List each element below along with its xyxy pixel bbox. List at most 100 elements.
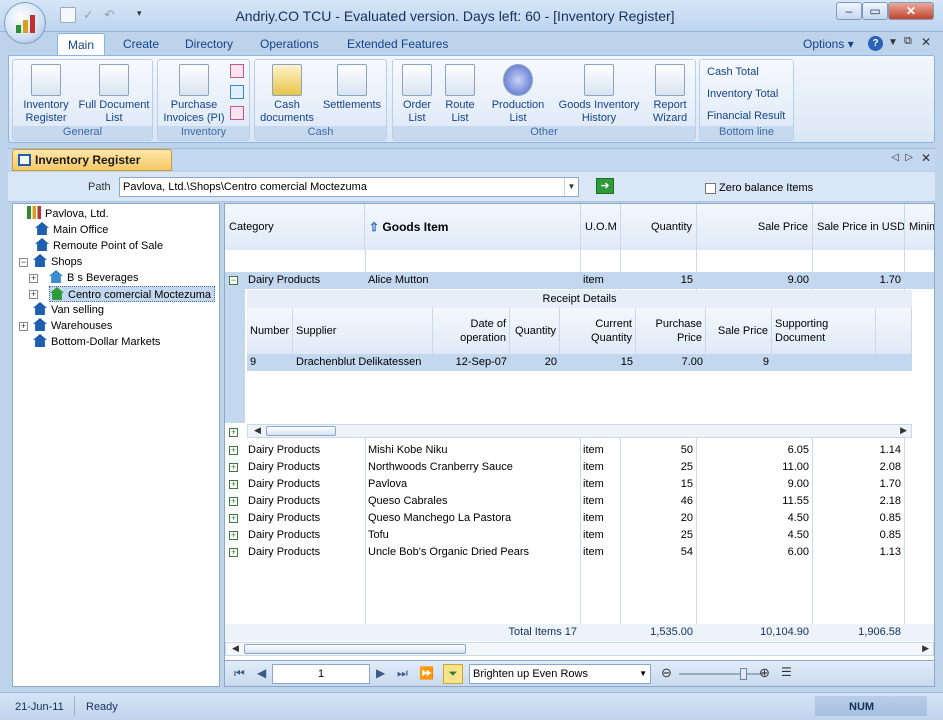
scroll-left-icon[interactable]: ◀ (254, 425, 261, 436)
tree-node[interactable]: Main Office (35, 222, 108, 238)
tree-node[interactable]: Warehouses (33, 318, 112, 334)
tab-directory[interactable]: Directory (175, 33, 243, 55)
inventory-small-icon-2[interactable] (230, 85, 244, 99)
detail-row[interactable]: 9 Drachenblut Delikatessen 12-Sep-07 20 … (247, 354, 912, 371)
expand-icon[interactable]: + (229, 548, 238, 557)
detail-col-supporting-document[interactable]: Supporting Document (772, 308, 876, 354)
table-row[interactable]: + Dairy Products Pavlova item 15 9.00 1.70 (225, 476, 934, 493)
inventory-register-button[interactable]: Inventory Register (16, 64, 76, 125)
expand-node-icon[interactable]: + (19, 322, 28, 331)
next-record-icon[interactable]: ▶ (376, 666, 385, 680)
scroll-thumb[interactable] (266, 426, 336, 436)
detail-col-current-quantity[interactable]: Current Quantity (560, 308, 636, 354)
tab-close-icon[interactable]: ✕ (921, 151, 931, 165)
detail-col-supplier[interactable]: Supplier (293, 308, 433, 354)
expand-icon[interactable]: + (229, 463, 238, 472)
go-arrow-icon[interactable]: ➜ (596, 178, 614, 194)
tab-operations[interactable]: Operations (250, 33, 329, 55)
tab-extended-features[interactable]: Extended Features (337, 33, 458, 55)
path-combobox[interactable]: Pavlova, Ltd.\Shops\Centro comercial Moc… (119, 177, 579, 197)
minimize-button[interactable]: – (836, 2, 862, 20)
detail-col-purchase-price[interactable]: Purchase Price (636, 308, 706, 354)
tree-node[interactable]: Shops (33, 254, 82, 270)
undo-icon[interactable]: ↶ (104, 7, 120, 23)
detail-col-number[interactable]: Number (247, 308, 293, 354)
tab-main[interactable]: Main (57, 33, 106, 56)
financial-result-link[interactable]: Financial Result (707, 110, 785, 122)
tab-next-icon[interactable]: ▷ (905, 152, 913, 163)
tree-node[interactable]: Pavlova, Ltd. (27, 206, 109, 222)
tree-node[interactable]: Bottom-Dollar Markets (33, 334, 160, 350)
options-menu[interactable]: Options ▾ (803, 33, 854, 55)
purchase-invoices-button[interactable]: Purchase Invoices (PI) (161, 64, 227, 125)
check-icon[interactable]: ✓ (83, 7, 99, 23)
mdi-minimize-icon[interactable]: ▼ (888, 37, 898, 48)
scroll-thumb[interactable] (244, 644, 466, 654)
cash-documents-button[interactable]: Cash documents (257, 64, 317, 125)
tree-node[interactable]: Remoute Point of Sale (35, 238, 163, 254)
last-record-icon[interactable]: ⏭ (397, 666, 408, 681)
tree-node[interactable]: Centro comercial Moctezuma (49, 286, 216, 302)
expand-node-icon[interactable]: + (29, 274, 38, 283)
tab-prev-icon[interactable]: ◁ (891, 152, 899, 163)
table-row-expanded[interactable]: − Dairy Products Alice Mutton item 15 9.… (225, 272, 934, 289)
production-list-button[interactable]: Production List (485, 64, 551, 125)
inventory-small-icon-3[interactable] (230, 106, 244, 120)
zoom-slider-thumb[interactable] (740, 668, 747, 680)
col-goods-item[interactable]: ⇧ Goods Item (365, 204, 581, 250)
table-row[interactable]: + Dairy Products Northwoods Cranberry Sauc… (225, 459, 934, 476)
col-sale-price-usd[interactable]: Sale Price in USD (813, 204, 905, 250)
table-row[interactable]: + Dairy Products Uncle Bob's Organic Dried… (225, 544, 934, 561)
col-minim[interactable]: Minim (905, 204, 934, 250)
help-icon[interactable]: ? (868, 36, 883, 51)
menu-lines-icon[interactable]: ☰ (781, 665, 792, 679)
order-list-button[interactable]: Order List (395, 64, 439, 125)
col-uom[interactable]: U.O.M (581, 204, 621, 250)
mdi-restore-icon[interactable]: ⧉ (904, 35, 912, 48)
collapse-icon[interactable]: − (229, 276, 238, 285)
table-row[interactable]: + Dairy Products Mishi Kobe Niku item 50 6.05… (225, 442, 934, 459)
detail-col-sale-price[interactable]: Sale Price (706, 308, 772, 354)
chevron-down-icon[interactable]: ▼ (639, 665, 647, 683)
zoom-in-icon[interactable]: ⊕ (759, 665, 770, 681)
app-orb-icon[interactable] (4, 2, 46, 44)
scroll-right-icon[interactable]: ▶ (900, 425, 907, 436)
zero-balance-checkbox[interactable] (705, 183, 716, 194)
expand-icon[interactable]: + (229, 480, 238, 489)
scroll-left-icon[interactable]: ◀ (232, 643, 239, 654)
col-quantity[interactable]: Quantity (621, 204, 697, 250)
inventory-small-icon-1[interactable] (230, 64, 244, 78)
tree-node[interactable]: B s Beverages (49, 270, 139, 286)
cash-total-link[interactable]: Cash Total (707, 66, 759, 78)
expand-node-icon[interactable]: + (29, 290, 38, 299)
expand-icon[interactable]: + (229, 428, 238, 437)
maximize-button[interactable]: ▭ (862, 2, 888, 20)
mdi-close-icon[interactable]: ✕ (921, 35, 931, 49)
close-button[interactable]: ✕ (888, 2, 934, 20)
expand-icon[interactable]: + (229, 531, 238, 540)
zoom-out-icon[interactable]: ⊖ (661, 665, 672, 681)
tab-create[interactable]: Create (113, 33, 169, 55)
detail-col-quantity[interactable]: Quantity (510, 308, 560, 354)
expand-icon[interactable]: + (229, 497, 238, 506)
table-row[interactable]: + Dairy Products Tofu item 25 4.50 0.85 (225, 527, 934, 544)
col-category[interactable]: Category (225, 204, 365, 250)
grid-horizontal-scrollbar[interactable]: ◀ ▶ (225, 642, 934, 656)
tree-node[interactable]: Van selling (33, 302, 104, 318)
qat-dropdown-icon[interactable]: ▾ (137, 8, 142, 19)
table-row[interactable]: + Dairy Products Queso Cabrales item 46 11.55… (225, 493, 934, 510)
first-record-icon[interactable]: ⏮ (234, 666, 245, 681)
page-number-input[interactable]: 1 (272, 664, 370, 684)
scroll-right-icon[interactable]: ▶ (922, 643, 929, 654)
goods-inventory-history-button[interactable]: Goods Inventory History (553, 64, 645, 125)
tab-inventory-register[interactable]: Inventory Register (12, 149, 172, 171)
zoom-slider[interactable] (679, 673, 763, 675)
new-doc-icon[interactable] (60, 7, 76, 23)
filter-icon[interactable]: ⏷ (443, 664, 463, 684)
detail-horizontal-scrollbar[interactable]: ◀ ▶ (247, 424, 912, 438)
full-document-list-button[interactable]: Full Document List (75, 64, 153, 125)
route-list-button[interactable]: Route List (439, 64, 481, 125)
expand-icon[interactable]: + (229, 446, 238, 455)
collapse-node-icon[interactable]: − (19, 258, 28, 267)
inventory-total-link[interactable]: Inventory Total (707, 88, 778, 100)
